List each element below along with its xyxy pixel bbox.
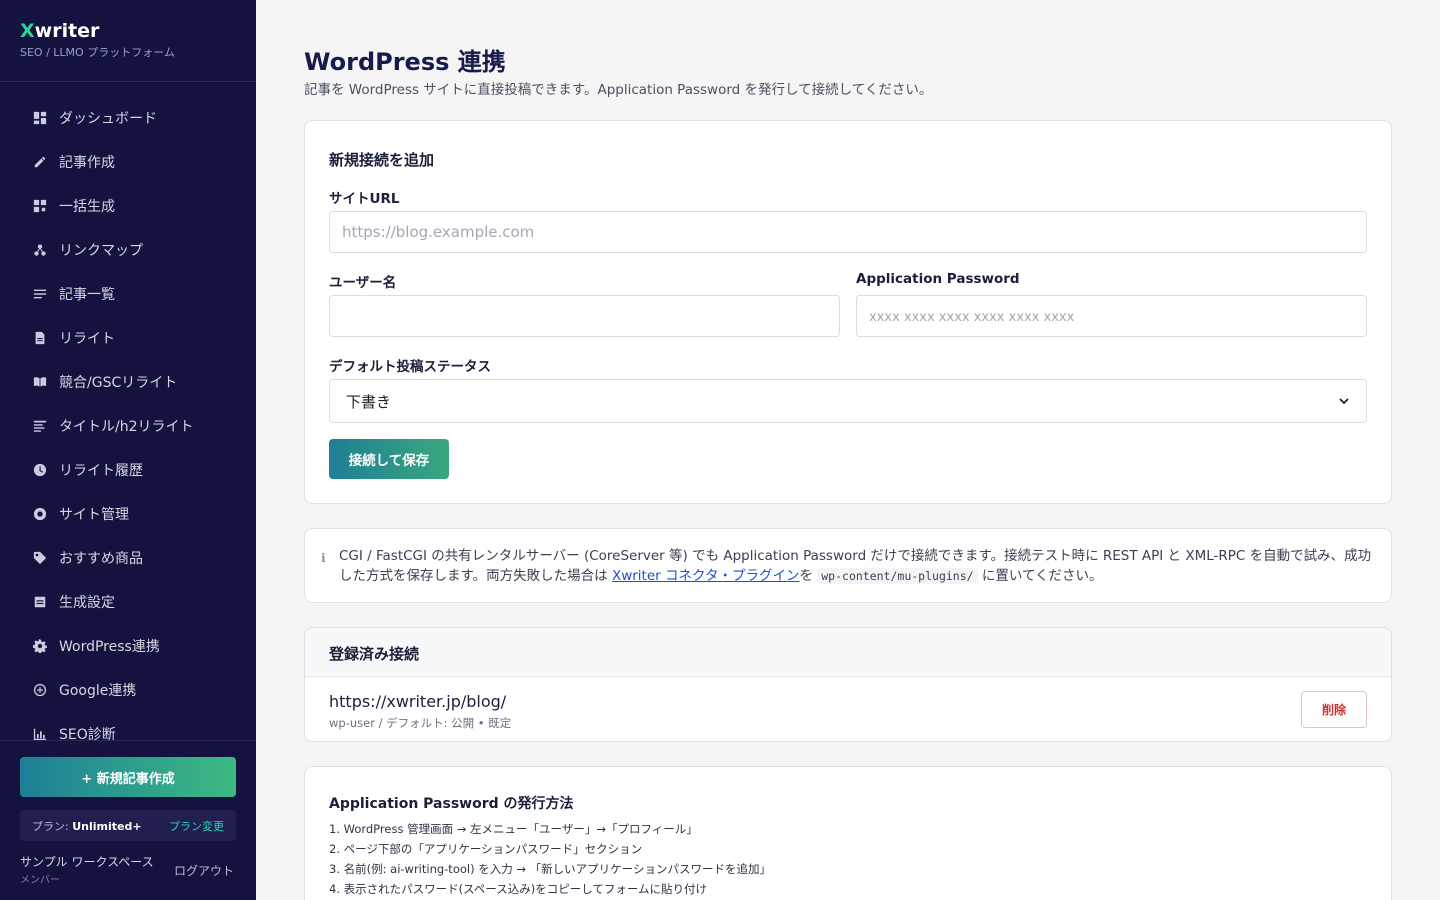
- app-password-input[interactable]: [856, 295, 1367, 337]
- info-note: ℹ CGI / FastCGI の共有レンタルサーバー (CoreServer …: [304, 528, 1392, 603]
- grid-icon: [32, 198, 48, 214]
- card-title: 登録済み接続: [329, 645, 420, 663]
- sidebar-item-label: リライト: [59, 331, 115, 347]
- connection-url: https://xwriter.jp/blog/: [329, 692, 507, 711]
- list-item: 3. 名前(例: ai-writing-tool) を入力 → 「新しいアプリケ…: [329, 862, 771, 876]
- dashboard-icon: [32, 110, 48, 126]
- sidebar-item-article-list[interactable]: 記事一覧: [0, 272, 256, 316]
- gear-icon: [32, 638, 48, 654]
- sidebar-item-label: リンクマップ: [59, 243, 143, 259]
- chart-icon: [32, 726, 48, 740]
- workspace-name: サンプル ワークスペース: [20, 855, 154, 869]
- sidebar-item-label: 生成設定: [59, 595, 115, 611]
- sidebar-item-label: 一括生成: [59, 199, 115, 215]
- sidebar: Xwriter SEO / LLMO プラットフォーム ダッシュボード 記事作成…: [0, 0, 256, 900]
- sidebar-item-site-management[interactable]: サイト管理: [0, 492, 256, 536]
- connection-meta: wp-user / デフォルト: 公開 • 既定: [329, 716, 512, 730]
- page-title: WordPress 連携: [304, 48, 506, 76]
- brand[interactable]: Xwriter SEO / LLMO プラットフォーム: [20, 20, 175, 60]
- list-item: 1. WordPress 管理画面 → 左メニュー「ユーザー」→「プロフィール」: [329, 822, 698, 836]
- pencil-icon: [32, 154, 48, 170]
- card-header: 登録済み接続: [305, 628, 1391, 677]
- plan-info: プラン: Unlimited+: [32, 818, 142, 834]
- list-icon: [32, 286, 48, 302]
- delete-button[interactable]: 削除: [1301, 691, 1367, 728]
- sidebar-item-rewrite[interactable]: リライト: [0, 316, 256, 360]
- tag-icon: [32, 550, 48, 566]
- list-item: 4. 表示されたパスワード(スペース込み)をコピーしてフォームに貼り付け: [329, 882, 708, 896]
- sidebar-item-label: 競合/GSCリライト: [59, 375, 178, 391]
- site-url-input[interactable]: [329, 211, 1367, 253]
- app-password-label: Application Password: [856, 271, 1020, 287]
- connect-save-button[interactable]: 接続して保存: [329, 439, 449, 479]
- title-icon: [32, 418, 48, 434]
- sidebar-item-create-article[interactable]: 記事作成: [0, 140, 256, 184]
- site-url-label: サイトURL: [329, 191, 400, 207]
- username-input[interactable]: [329, 295, 840, 337]
- workspace-role: メンバー: [20, 875, 60, 886]
- sidebar-item-label: ダッシュボード: [59, 111, 157, 127]
- howto-steps: 1. WordPress 管理画面 → 左メニュー「ユーザー」→「プロフィール」…: [329, 819, 771, 899]
- sidebar-item-dashboard[interactable]: ダッシュボード: [0, 96, 256, 140]
- new-connection-card: 新規接続を追加 サイトURL ユーザー名 Application Passwor…: [304, 120, 1392, 504]
- sidebar-item-generation-settings[interactable]: 生成設定: [0, 580, 256, 624]
- sidebar-item-google[interactable]: Google連携: [0, 668, 256, 712]
- plus-circle-icon: [32, 682, 48, 698]
- sidebar-item-seo-diagnosis[interactable]: SEO診断: [0, 712, 256, 740]
- plan-change-link[interactable]: プラン変更: [169, 818, 224, 834]
- plan-value: Unlimited+: [72, 819, 142, 833]
- sidebar-item-recommended-products[interactable]: おすすめ商品: [0, 536, 256, 580]
- sidebar-item-label: 記事作成: [59, 155, 115, 171]
- new-article-button[interactable]: + 新規記事作成: [20, 757, 236, 797]
- clock-icon: [32, 462, 48, 478]
- status-select[interactable]: 下書き: [329, 379, 1367, 423]
- brand-logo: Xwriter: [20, 20, 100, 42]
- sidebar-item-bulk-generate[interactable]: 一括生成: [0, 184, 256, 228]
- book-icon: [32, 374, 48, 390]
- howto-card: Application Password の発行方法 1. WordPress …: [304, 766, 1392, 900]
- site-icon: [32, 506, 48, 522]
- status-select-value: 下書き: [346, 392, 392, 411]
- chevron-down-icon: [1339, 398, 1349, 405]
- sidebar-item-label: WordPress連携: [59, 639, 160, 655]
- status-label: デフォルト投稿ステータス: [329, 359, 491, 375]
- link-map-icon: [32, 242, 48, 258]
- sidebar-item-label: 記事一覧: [59, 287, 115, 303]
- plan-box: プラン: Unlimited+ プラン変更: [20, 810, 236, 841]
- sidebar-item-label: Google連携: [59, 683, 137, 699]
- sidebar-item-label: リライト履歴: [59, 463, 143, 479]
- sidebar-nav: ダッシュボード 記事作成 一括生成 リンクマップ 記事一覧 リライト 競合/GS…: [0, 96, 256, 740]
- document-icon: [32, 330, 48, 346]
- sidebar-item-label: おすすめ商品: [59, 551, 143, 567]
- list-item: 2. ページ下部の「アプリケーションパスワード」セクション: [329, 842, 643, 856]
- page-description: 記事を WordPress サイトに直接投稿できます。Application P…: [304, 82, 933, 98]
- info-text: CGI / FastCGI の共有レンタルサーバー (CoreServer 等)…: [339, 548, 1372, 584]
- sidebar-item-link-map[interactable]: リンクマップ: [0, 228, 256, 272]
- plugin-path-code: wp-content/mu-plugins/: [817, 568, 978, 584]
- divider: [0, 740, 256, 741]
- sidebar-item-label: サイト管理: [59, 507, 129, 523]
- sidebar-item-competitor-gsc-rewrite[interactable]: 競合/GSCリライト: [0, 360, 256, 404]
- howto-title: Application Password の発行方法: [329, 796, 574, 812]
- main-content: WordPress 連携 記事を WordPress サイトに直接投稿できます。…: [256, 0, 1440, 900]
- connector-plugin-link[interactable]: Xwriter コネクタ・プラグイン: [612, 568, 800, 584]
- brand-subtitle: SEO / LLMO プラットフォーム: [20, 46, 175, 59]
- card-title: 新規接続を追加: [329, 151, 435, 169]
- sidebar-item-title-h2-rewrite[interactable]: タイトル/h2リライト: [0, 404, 256, 448]
- plan-label: プラン:: [32, 819, 69, 833]
- sidebar-item-label: タイトル/h2リライト: [59, 419, 194, 435]
- logout-button[interactable]: ログアウト: [174, 862, 234, 879]
- username-label: ユーザー名: [329, 275, 397, 291]
- divider: [0, 81, 256, 82]
- info-icon: ℹ: [321, 551, 326, 565]
- registered-connections-card: 登録済み接続 https://xwriter.jp/blog/ wp-user …: [304, 627, 1392, 742]
- sidebar-item-rewrite-history[interactable]: リライト履歴: [0, 448, 256, 492]
- settings-box-icon: [32, 594, 48, 610]
- sidebar-item-label: SEO診断: [59, 727, 116, 740]
- sidebar-item-wordpress[interactable]: WordPress連携: [0, 624, 256, 668]
